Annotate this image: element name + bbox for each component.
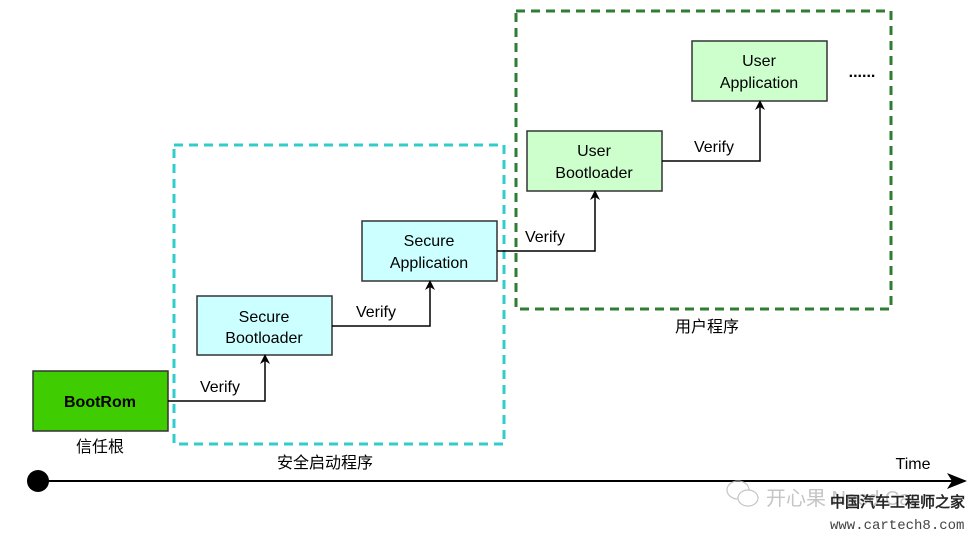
svg-text:Secure: Secure (404, 233, 455, 250)
diagram: BootRom Secure Bootloader Secure Applica… (27, 9, 967, 534)
wechat-icon (726, 480, 759, 507)
svg-text:Application: Application (390, 255, 468, 272)
secure-boot-label: 安全启动程序 (277, 454, 373, 472)
root-of-trust-label: 信任根 (76, 438, 124, 456)
svg-text:User: User (577, 143, 611, 160)
secure-application-node: Secure Application (361, 220, 498, 282)
svg-text:Secure: Secure (239, 309, 290, 326)
svg-text:User: User (742, 53, 776, 70)
edge-label-1: Verify (200, 379, 240, 396)
user-program-label: 用户程序 (675, 318, 739, 336)
svg-text:Bootloader: Bootloader (225, 330, 303, 347)
user-application-node: User Application (691, 40, 828, 102)
svg-text:Application: Application (720, 75, 798, 92)
edge-label-4: Verify (694, 139, 734, 156)
bootrom-node: BootRom (32, 370, 169, 432)
svg-text:www.cartech8.com: www.cartech8.com (830, 518, 964, 534)
svg-text:中国汽车工程师之家: 中国汽车工程师之家 (830, 493, 965, 511)
svg-text:Bootloader: Bootloader (555, 165, 633, 182)
ellipsis: ...... (849, 64, 876, 81)
timeline-label: Time (896, 456, 931, 473)
edge-label-2: Verify (356, 304, 396, 321)
svg-text:BootRom: BootRom (64, 394, 136, 411)
watermark: 开心果 Need Car 中国汽车工程师之家 www.cartech8.com (726, 480, 965, 534)
secure-boot-group (172, 143, 506, 446)
edge-label-3: Verify (525, 229, 565, 246)
secure-bootloader-node: Secure Bootloader (196, 295, 333, 356)
user-bootloader-node: User Bootloader (526, 130, 663, 192)
